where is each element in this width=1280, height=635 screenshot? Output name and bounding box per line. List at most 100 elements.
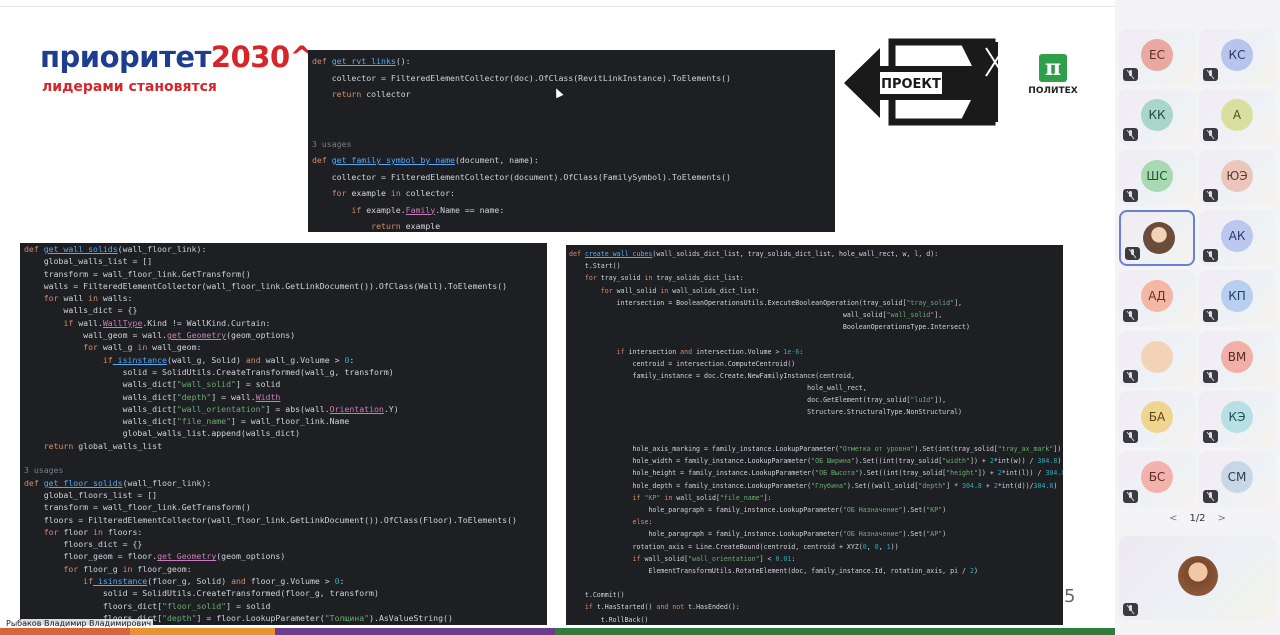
code-token: solid = SolidUtils.CreateTransformed(wal…: [24, 366, 394, 377]
code-line: for tray_solid in tray_solids_dict_list:: [569, 272, 1060, 284]
participant-tile[interactable]: АК: [1199, 209, 1275, 266]
code-token: wall_solid: [612, 286, 661, 295]
code-token: family_instance = doc.Create.NewFamilyIn…: [569, 371, 855, 380]
code-line: ElementTransformUtils.RotateElement(doc,…: [569, 565, 1060, 577]
code-token: and not: [656, 603, 685, 612]
participant-initials: БС: [1148, 470, 1166, 485]
participant-tile[interactable]: ШС: [1119, 149, 1195, 206]
participant-tile[interactable]: КС: [1199, 29, 1275, 85]
code-token: ): [973, 566, 978, 575]
code-line: global_walls_list.append(walls_dict): [24, 427, 543, 439]
code-line: t.RollBack(): [569, 614, 1060, 625]
code-token: floor_g: [78, 563, 123, 574]
participant-initials: А: [1232, 108, 1242, 123]
code-line: collector = FilteredElementCollector(doc…: [312, 169, 831, 186]
code-token: 304.8: [962, 481, 982, 490]
muted-mic-icon: [1123, 68, 1138, 81]
participant-initials: АД: [1148, 289, 1166, 304]
code-token: get_Geometry: [157, 551, 217, 562]
code-token: global_walls_list: [73, 440, 163, 451]
code-line: transform = wall_floor_link.GetTransform…: [24, 268, 543, 280]
code-line: floors_dict["floor_solid"] = solid: [24, 600, 543, 612]
code-token: "Толщина": [324, 612, 370, 623]
code-token: "ОБ Ширина": [811, 457, 855, 466]
code-token: "file_name": [719, 493, 764, 502]
participant-tile[interactable]: КП: [1199, 270, 1275, 327]
participant-tile[interactable]: АД: [1119, 270, 1195, 327]
code-token: hole_width = family_instance.LookupParam…: [569, 457, 812, 466]
code-line: else:: [569, 516, 1060, 528]
code-token: 1e-6: [783, 347, 800, 356]
self-video-tile[interactable]: [1119, 536, 1276, 620]
participant-tile[interactable]: [1119, 209, 1195, 266]
code-token: "depth": [176, 391, 212, 402]
code-token: "KP": [644, 493, 661, 502]
participant-tile[interactable]: ВМ: [1199, 330, 1275, 387]
code-token: ).Set(int(tray_solid[: [914, 445, 998, 453]
pager-next-button[interactable]: >: [1218, 513, 1226, 524]
pager-prev-button[interactable]: <: [1169, 513, 1177, 524]
code-line: collector = FilteredElementCollector(doc…: [312, 70, 831, 87]
code-line: if wall_solid["wall_orientation"] < 0.01…: [569, 553, 1060, 565]
code-token: collector:: [400, 188, 455, 198]
participant-initials: КП: [1228, 289, 1246, 304]
code-line: walls_dict["wall_solid"] = solid: [24, 378, 543, 390]
presentation-slide: приоритет2030^ лидерами становятся def g…: [0, 0, 1115, 635]
muted-mic-icon: [1203, 309, 1218, 323]
code-line: floors = FilteredElementCollector(wall_f…: [24, 514, 543, 526]
code-line: 3 usages: [24, 464, 543, 476]
code-token: 304.8: [1037, 457, 1058, 466]
code-line: for example in collector:: [312, 185, 831, 202]
muted-mic-icon: [1123, 603, 1138, 616]
code-token: ] = solid: [235, 379, 281, 390]
code-line: hole_wall_rect,: [569, 382, 1060, 394]
code-line: for floor in floors:: [24, 526, 543, 538]
code-token: 3 usages: [24, 465, 64, 476]
participant-tile[interactable]: ЮЭ: [1199, 149, 1275, 206]
code-token: ): [1057, 457, 1062, 466]
code-line: def create_wall_cubes(wall_solids_dict_l…: [569, 248, 1060, 260]
code-token: example.: [361, 204, 406, 215]
code-line: t.Start(): [569, 260, 1060, 272]
code-token: transform = wall_floor_link.GetTransform…: [24, 502, 251, 513]
code-token: Family: [405, 204, 436, 215]
muted-mic-icon: [1125, 246, 1140, 260]
participant-tile[interactable]: А: [1199, 89, 1275, 146]
code-token: global_floors_list = []: [24, 489, 158, 500]
participant-tile[interactable]: КЭ: [1199, 390, 1275, 447]
slide-bottom-bar: [0, 628, 1115, 635]
code-token: rotation_axis = Line.CreateBound(centroi…: [569, 542, 863, 551]
muted-mic-icon: [1203, 68, 1218, 81]
participant-tile[interactable]: [1119, 330, 1195, 387]
code-token: ]) /: [1053, 445, 1062, 453]
participant-tile[interactable]: СМ: [1199, 451, 1275, 508]
participant-tile[interactable]: БС: [1119, 451, 1195, 508]
code-line: rotation_axis = Line.CreateBound(centroi…: [569, 541, 1060, 553]
code-token: walls_dict[: [24, 403, 177, 414]
code-token: get_wall_solids: [43, 244, 118, 254]
code-token: :: [349, 354, 355, 365]
participant-avatar: КП: [1221, 280, 1253, 313]
participant-tile[interactable]: КК: [1119, 89, 1195, 146]
code-token: if: [616, 347, 625, 356]
code-token: ():: [395, 56, 411, 66]
code-token: for: [584, 274, 597, 283]
code-token: wall_g.Volume >: [260, 354, 345, 365]
logo-year: 2030^: [210, 40, 314, 74]
code-token: ).Set(: [902, 530, 927, 539]
participant-initials: КЭ: [1228, 409, 1246, 424]
code-token: def: [312, 56, 332, 66]
code-token: (geom_options): [216, 551, 286, 562]
code-token: in: [137, 342, 148, 353]
participant-tile[interactable]: ЕС: [1119, 29, 1195, 85]
code-line: global_walls_list = []: [24, 255, 543, 267]
code-token: "AP": [926, 530, 943, 539]
code-token: "depth": [162, 612, 197, 623]
participant-tile[interactable]: БА: [1119, 390, 1195, 447]
code-token: get_family_symbol_by_name: [331, 155, 455, 165]
